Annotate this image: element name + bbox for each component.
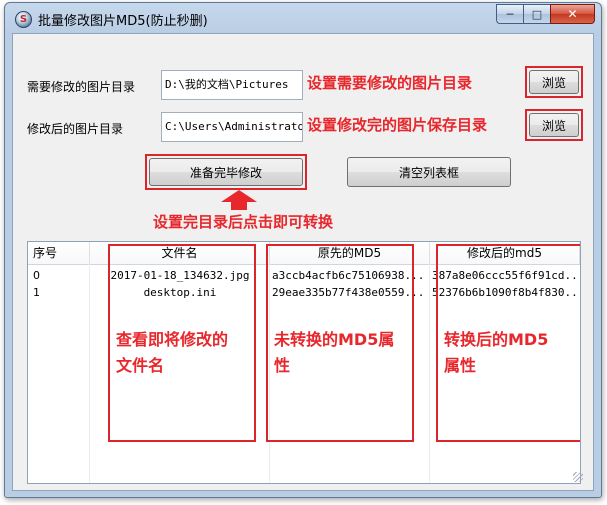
output-dir-input[interactable]: C:\Users\Administrator	[161, 112, 303, 142]
close-icon: ✕	[567, 7, 578, 21]
app-icon: S	[15, 11, 32, 28]
close-button[interactable]: ✕	[550, 4, 595, 24]
md5-after-note-line2: 属性	[444, 356, 477, 375]
minimize-button[interactable]: ─	[496, 4, 523, 24]
filename-note-line2: 文件名	[116, 356, 165, 375]
window-controls: ─ □ ✕	[496, 4, 595, 24]
filename-note-line1: 查看即将修改的	[116, 330, 229, 349]
window-title: 批量修改图片MD5(防止秒删)	[38, 14, 208, 29]
up-arrow-icon	[221, 190, 257, 210]
maximize-icon: □	[531, 7, 543, 21]
cell-index: 1	[33, 286, 40, 299]
column-header-index[interactable]: 序号	[28, 242, 90, 264]
output-browse-button[interactable]: 浏览	[529, 113, 579, 137]
md5-before-note-line2: 性	[274, 356, 291, 375]
clear-list-button[interactable]: 清空列表框	[347, 157, 511, 187]
cell-index: 0	[33, 269, 40, 282]
md5-before-note-line1: 未转换的MD5属	[274, 330, 395, 349]
resize-grip[interactable]	[573, 472, 583, 482]
file-list[interactable]: 序号 文件名 原先的MD5 修改后的md5 0 2017-01-18_13463…	[27, 241, 581, 484]
source-dir-label: 需要修改的图片目录	[27, 80, 136, 94]
output-dir-label: 修改后的图片目录	[27, 122, 124, 136]
start-modify-button[interactable]: 准备完毕修改	[149, 158, 303, 186]
source-dir-input[interactable]: D:\我的文档\Pictures	[161, 70, 303, 100]
source-browse-button[interactable]: 浏览	[529, 70, 579, 94]
minimize-icon: ─	[506, 7, 514, 21]
md5-after-note-line1: 转换后的MD5	[444, 330, 549, 349]
maximize-button[interactable]: □	[523, 4, 550, 24]
start-annotation: 设置完目录后点击即可转换	[153, 213, 334, 231]
client-area: 需要修改的图片目录 D:\我的文档\Pictures 设置需要修改的图片目录 浏…	[12, 33, 594, 491]
app-window: S 批量修改图片MD5(防止秒删) ─ □ ✕ 需要修改的图片目录 D:\我的文…	[4, 2, 602, 498]
title-bar[interactable]: S 批量修改图片MD5(防止秒删) ─ □ ✕	[5, 3, 601, 33]
source-dir-annotation: 设置需要修改的图片目录	[307, 74, 473, 92]
output-dir-annotation: 设置修改完的图片保存目录	[307, 116, 488, 134]
